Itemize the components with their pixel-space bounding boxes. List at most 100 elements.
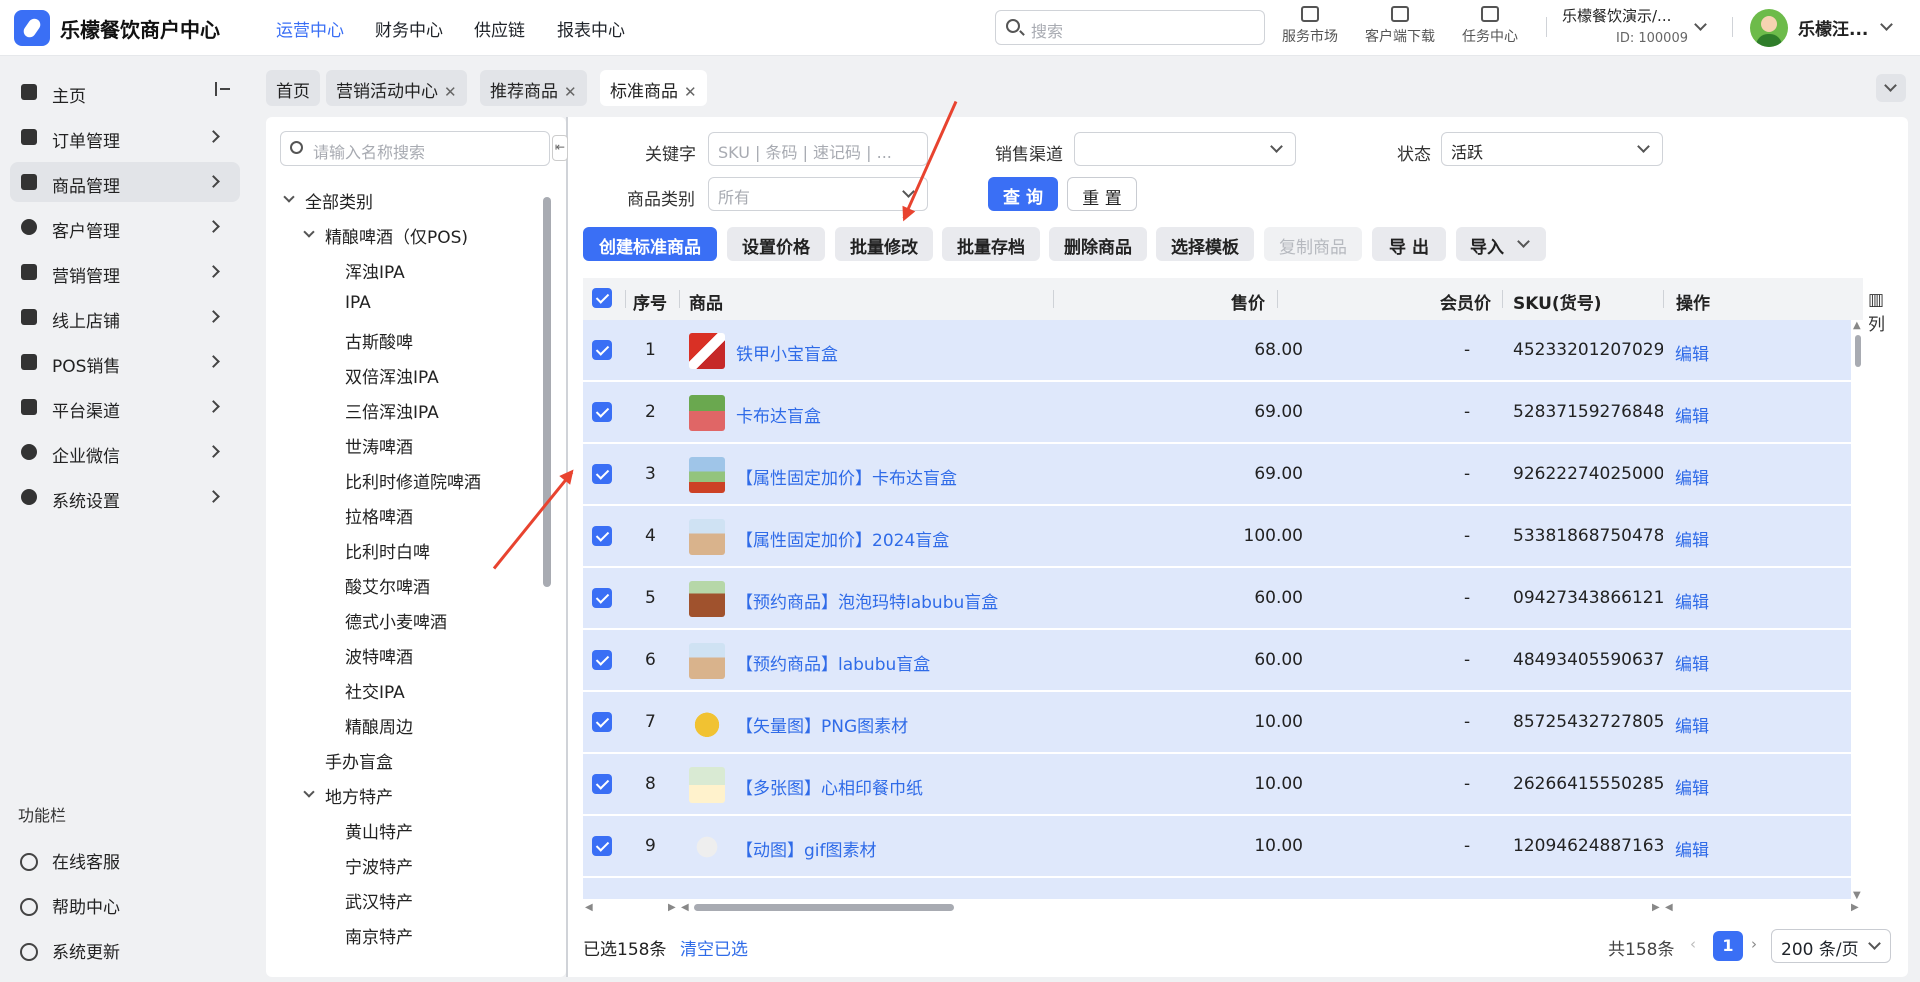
scroll-right-arrow-icon[interactable]: ▶ <box>668 902 676 913</box>
product-name-link[interactable]: 【预约商品】labubu盲盒 <box>736 650 930 675</box>
topnav-finance-center[interactable]: 财务中心 <box>375 16 443 41</box>
scroll-right-arrow-icon[interactable]: ▶ <box>1851 902 1859 913</box>
product-thumbnail[interactable] <box>689 767 725 803</box>
sidebar-item-customers[interactable]: 客户管理 <box>10 207 240 247</box>
sidebar-item-settings[interactable]: 系统设置 <box>10 477 240 517</box>
table-row[interactable]: 5 【预约商品】泡泡玛特labubu盲盒 60.00 - 09427343866… <box>583 568 1851 629</box>
row-checkbox[interactable] <box>592 526 612 546</box>
clear-selection-link[interactable]: 清空已选 <box>680 935 748 960</box>
sidebar-item-wecom[interactable]: 企业微信 <box>10 432 240 472</box>
product-thumbnail[interactable] <box>689 581 725 617</box>
batch-edit-button[interactable]: 批量修改 <box>835 227 933 261</box>
table-row[interactable] <box>583 878 1851 900</box>
table-row[interactable]: 8 【多张图】心相印餐巾纸 10.00 - 2626641555028529 编… <box>583 754 1851 815</box>
status-select[interactable]: 活跃 <box>1441 132 1663 166</box>
task-center-button[interactable]: 任务中心 <box>1440 6 1540 46</box>
tree-node-craft-beer[interactable]: 精酿啤酒（仅POS) <box>325 223 468 248</box>
tab-recommended-products[interactable]: 推荐商品 ✕ <box>480 70 587 106</box>
product-name-link[interactable]: 【预约商品】泡泡玛特labubu盲盒 <box>736 588 998 613</box>
tree-node[interactable]: 比利时修道院啤酒 <box>345 468 481 493</box>
tab-home[interactable]: 首页 <box>266 70 320 106</box>
batch-archive-button[interactable]: 批量存档 <box>942 227 1040 261</box>
export-button[interactable]: 导 出 <box>1372 227 1446 261</box>
sidebar-item-products[interactable]: 商品管理 <box>10 162 240 202</box>
create-product-button[interactable]: 创建标准商品 <box>583 227 717 261</box>
tab-marketing-center[interactable]: 营销活动中心 ✕ <box>326 70 467 106</box>
global-search-input[interactable]: 搜索 <box>995 10 1265 45</box>
edit-link[interactable]: 编辑 <box>1675 464 1709 489</box>
store-switcher[interactable]: 乐檬餐饮演示/... <box>1562 5 1671 26</box>
edit-link[interactable]: 编辑 <box>1675 836 1709 861</box>
set-price-button[interactable]: 设置价格 <box>727 227 825 261</box>
product-name-link[interactable]: 【多张图】心相印餐巾纸 <box>736 774 923 799</box>
table-horizontal-scrollbar[interactable] <box>694 904 954 911</box>
store-chevron-down-icon[interactable] <box>1694 18 1707 31</box>
table-row[interactable]: 3 【属性固定加价】卡布达盲盒 69.00 - 9262227402500011… <box>583 444 1851 505</box>
product-name-link[interactable]: 【矢量图】PNG图素材 <box>736 712 908 737</box>
category-scrollbar[interactable] <box>543 197 551 587</box>
table-row[interactable]: 2 卡布达盲盒 69.00 - 5283715927684826 编辑 <box>583 382 1851 443</box>
column-settings-button[interactable]: ▥ 列 <box>1868 290 1888 335</box>
sidebar-item-home[interactable]: 主页 <box>10 72 240 112</box>
scroll-left-arrow-icon[interactable]: ◀ <box>1665 902 1673 913</box>
edit-link[interactable]: 编辑 <box>1675 402 1709 427</box>
col-header-price[interactable]: 售价 <box>1231 289 1265 314</box>
next-page-chevron-icon[interactable]: › <box>1751 935 1757 953</box>
product-thumbnail[interactable] <box>689 643 725 679</box>
row-checkbox[interactable] <box>592 712 612 732</box>
product-name-link[interactable]: 铁甲小宝盲盒 <box>736 340 838 365</box>
client-download-button[interactable]: 客户端下载 <box>1350 6 1450 46</box>
tree-node[interactable]: 世涛啤酒 <box>345 433 413 458</box>
close-icon[interactable]: ✕ <box>684 83 697 101</box>
tree-node[interactable]: 黄山特产 <box>345 818 413 843</box>
system-update-link[interactable]: 系统更新 <box>20 938 120 963</box>
row-checkbox[interactable] <box>592 774 612 794</box>
tree-node[interactable]: 南京特产 <box>345 923 413 948</box>
scroll-left-arrow-icon[interactable]: ◀ <box>681 902 689 913</box>
sidebar-item-platform-channels[interactable]: 平台渠道 <box>10 387 240 427</box>
product-thumbnail[interactable] <box>689 395 725 431</box>
tree-node[interactable]: 武汉特产 <box>345 888 413 913</box>
tree-node[interactable]: 波特啤酒 <box>345 643 413 668</box>
product-name-link[interactable]: 卡布达盲盒 <box>736 402 821 427</box>
tree-node[interactable]: 宁波特产 <box>345 853 413 878</box>
prev-page-chevron-icon[interactable]: ‹ <box>1690 935 1696 953</box>
scroll-down-arrow-icon[interactable]: ▼ <box>1853 890 1861 901</box>
page-size-select[interactable]: 200 条/页 <box>1771 929 1891 963</box>
tree-node[interactable]: 浑浊IPA <box>345 258 405 283</box>
table-row[interactable]: 9 【动图】gif图素材 10.00 - 1209462488716358 编辑 <box>583 816 1851 877</box>
close-icon[interactable]: ✕ <box>444 83 457 101</box>
scroll-up-arrow-icon[interactable]: ▲ <box>1853 320 1861 331</box>
scroll-left-arrow-icon[interactable]: ◀ <box>585 902 593 913</box>
edit-link[interactable]: 编辑 <box>1675 774 1709 799</box>
tree-node[interactable]: 三倍浑浊IPA <box>345 398 439 423</box>
user-name[interactable]: 乐檬汪... <box>1798 15 1868 40</box>
tree-node[interactable]: 地方特产 <box>325 783 393 808</box>
tree-node[interactable]: 社交IPA <box>345 678 405 703</box>
row-checkbox[interactable] <box>592 340 612 360</box>
page-number-current[interactable]: 1 <box>1713 931 1743 961</box>
tree-node[interactable]: 拉格啤酒 <box>345 503 413 528</box>
select-all-checkbox[interactable] <box>592 288 612 308</box>
app-logo[interactable] <box>14 10 50 46</box>
product-name-link[interactable]: 【动图】gif图素材 <box>736 836 877 861</box>
table-row[interactable]: 6 【预约商品】labubu盲盒 60.00 - 484934055906376… <box>583 630 1851 691</box>
table-vertical-scrollbar[interactable] <box>1855 335 1861 367</box>
row-checkbox[interactable] <box>592 650 612 670</box>
tree-node[interactable]: 酸艾尔啤酒 <box>345 573 430 598</box>
tree-node-all[interactable]: 全部类别 <box>305 188 373 213</box>
table-row[interactable]: 1 铁甲小宝盲盒 68.00 - 4523320120702997 编辑 <box>583 320 1851 381</box>
tabs-more-button[interactable] <box>1876 74 1906 102</box>
product-thumbnail[interactable] <box>689 705 725 741</box>
sidebar-item-pos-sales[interactable]: POS销售 <box>10 342 240 382</box>
delete-product-button[interactable]: 删除商品 <box>1049 227 1147 261</box>
sidebar-item-orders[interactable]: 订单管理 <box>10 117 240 157</box>
product-name-link[interactable]: 【属性固定加价】2024盲盒 <box>736 526 949 551</box>
row-checkbox[interactable] <box>592 402 612 422</box>
row-checkbox[interactable] <box>592 836 612 856</box>
sidebar-item-online-store[interactable]: 线上店铺 <box>10 297 240 337</box>
table-row[interactable]: 7 【矢量图】PNG图素材 10.00 - 8572543272780525 编… <box>583 692 1851 753</box>
tree-node[interactable]: 手办盲盒 <box>325 748 393 773</box>
edit-link[interactable]: 编辑 <box>1675 650 1709 675</box>
tree-node[interactable]: 德式小麦啤酒 <box>345 608 447 633</box>
